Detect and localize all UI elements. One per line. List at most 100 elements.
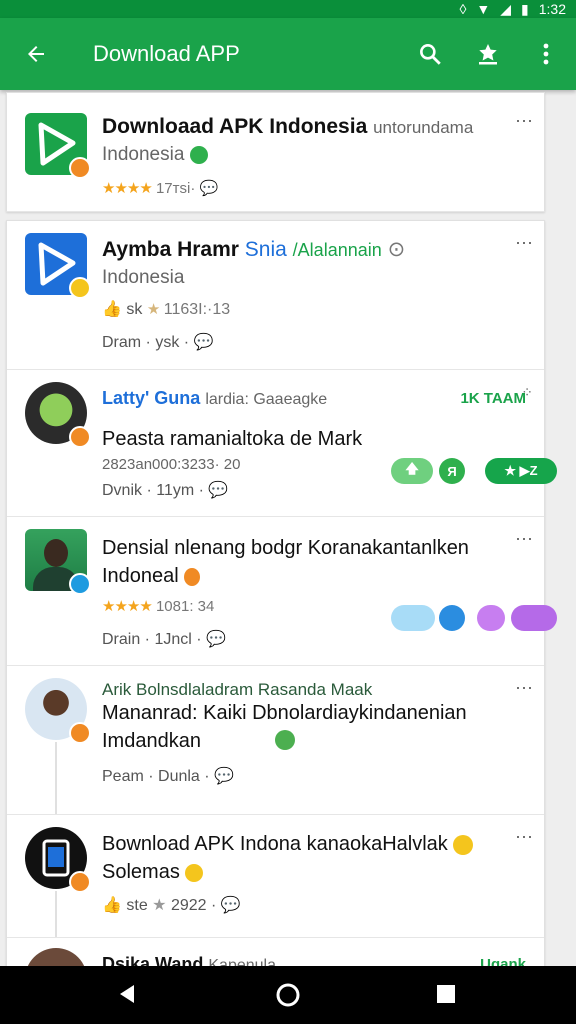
item-footer: Peam · Dunla ·: [102, 768, 210, 785]
app-avatar: [25, 233, 91, 299]
item-meta-value: 2922 ·: [170, 897, 217, 914]
more-options-button[interactable]: [528, 36, 564, 72]
item-body-line2: Indoneal: [102, 565, 179, 587]
back-arrow-icon: [28, 46, 44, 62]
item-body: Mananrad: Kaiki Dbnolardiaykindanenian: [102, 702, 467, 724]
user-avatar: [25, 382, 91, 448]
rating-star: ★: [152, 897, 167, 914]
action-chip[interactable]: ★ ▶Z: [485, 458, 557, 484]
emoji-icon: [453, 834, 474, 855]
phone-icon: [42, 839, 70, 877]
feed-list: Downloaad APK Indonesia untorundama Indo…: [6, 92, 557, 980]
user-name: Arik Bolnsdlaladram Rasanda Maak: [102, 680, 373, 699]
rating-stars: ★★★★: [102, 180, 153, 197]
list-item[interactable]: Latty' Guna lardia: Gaaeagke 1K TAAM Pea…: [7, 370, 557, 517]
action-chip[interactable]: Я: [439, 458, 465, 484]
signal-icon: ◢: [500, 0, 512, 17]
list-item[interactable]: Bownload APK Indona kanaokaHalvlak Solem…: [7, 815, 544, 938]
user-name-extra: lardia: Gaaeagke: [205, 391, 328, 408]
item-menu-button[interactable]: ⋯: [515, 529, 534, 550]
item-meta-value: 1163I:·13: [163, 301, 231, 318]
item-menu-button[interactable]: ⋯: [515, 111, 534, 132]
verified-badge-icon: [69, 722, 91, 744]
item-meta: 17тsi·: [155, 180, 196, 197]
item-footer: Drain · 1Jncl ·: [102, 631, 202, 648]
action-chip[interactable]: [391, 605, 435, 631]
star-tray-icon: [479, 44, 497, 65]
status-icons: ◊ ▼ ◢ ▮ 1:32: [459, 0, 566, 18]
item-title: Bownload APK Indona kanaokaHalvlak: [102, 833, 448, 855]
comment-icon: 💬: [193, 334, 214, 351]
item-body: Peasta ramanialtoka de Mark: [102, 428, 363, 450]
item-meta: 2823an000:3233· 20: [102, 456, 241, 473]
vibrate-icon: ◊: [459, 1, 467, 17]
action-chip[interactable]: [511, 605, 557, 631]
favorites-button[interactable]: [470, 36, 506, 72]
item-title-extra: untorundama: [373, 118, 474, 137]
battery-icon: ▮: [521, 0, 529, 17]
action-chip[interactable]: [477, 605, 505, 631]
circle-home-icon: [276, 983, 300, 1007]
verified-badge-icon: [69, 426, 91, 448]
emoji-icon: [184, 567, 201, 586]
rating-star: ★: [146, 301, 160, 318]
item-footer: Dram · ysk ·: [102, 334, 190, 351]
clock: 1:32: [538, 1, 566, 17]
comment-icon: 💬: [214, 768, 234, 785]
square-recents-icon: [437, 985, 455, 1003]
nav-back-button[interactable]: [116, 982, 140, 1011]
item-right-tag: 1K TAAM: [460, 390, 526, 407]
list-item[interactable]: Arik Bolnsdlaladram Rasanda Maak Mananra…: [7, 666, 544, 815]
comment-icon: 💬: [199, 180, 219, 197]
back-button[interactable]: [18, 36, 54, 72]
item-footer: Dvnik · 11ym ·: [102, 482, 204, 499]
thread-line: [55, 891, 57, 937]
app-avatar: [25, 827, 91, 893]
verified-badge-icon: [69, 157, 91, 179]
nav-recents-button[interactable]: [434, 982, 458, 1011]
item-meta: sk: [126, 301, 143, 318]
like-icon: 👍: [102, 301, 122, 318]
item-body: Densial nlenang bodgr Koranakantanlken: [102, 537, 469, 559]
comment-icon: 💬: [220, 897, 241, 914]
search-button[interactable]: [412, 36, 448, 72]
list-item[interactable]: Aymba Hramr Snia /Alalannain ⊙ Indonesia…: [7, 221, 544, 370]
item-title: Aymba Hramr: [102, 238, 239, 261]
item-title: Downloaad APK Indonesia: [102, 115, 368, 138]
item-menu-button[interactable]: ⋯: [515, 827, 534, 848]
verified-icon: ⊙: [387, 238, 406, 261]
system-nav-bar: [0, 966, 576, 1024]
triangle-back-icon: [120, 985, 134, 1003]
like-icon: 👍: [102, 897, 122, 914]
item-body-line2: Imdandkan: [102, 730, 201, 752]
rating-stars: ★★★★: [102, 598, 153, 615]
action-chip[interactable]: [439, 605, 465, 631]
thread-line: [55, 742, 57, 814]
list-item[interactable]: Downloaad APK Indonesia untorundama Indo…: [6, 92, 545, 212]
item-title-blue: Snia: [244, 238, 287, 261]
action-chip[interactable]: 🡅: [391, 458, 433, 484]
emoji-icon: [185, 863, 204, 882]
item-subtitle: Indonesia: [102, 267, 185, 288]
item-body-line2: Solemas: [102, 861, 180, 883]
nav-home-button[interactable]: [275, 982, 301, 1013]
app-toolbar: Download APP: [0, 18, 576, 90]
item-menu-button[interactable]: ⁘: [521, 384, 534, 401]
app-avatar: [25, 113, 91, 179]
user-name: Latty' Guna: [102, 388, 201, 408]
verified-badge-icon: [69, 573, 91, 595]
verified-icon: [189, 145, 208, 164]
item-meta: 1081: 34: [155, 598, 215, 615]
comment-icon: 💬: [208, 482, 229, 499]
item-menu-button[interactable]: ⋯: [515, 233, 534, 254]
search-icon: [420, 44, 441, 65]
item-meta: ste: [126, 897, 148, 914]
page-title: Download APP: [93, 41, 240, 66]
user-avatar: [25, 529, 91, 595]
verified-badge-icon: [69, 277, 91, 299]
status-bar: ◊ ▼ ◢ ▮ 1:32: [0, 0, 576, 18]
comment-icon: 💬: [206, 631, 226, 648]
list-item[interactable]: Densial nlenang bodgr Koranakantanlken I…: [7, 517, 557, 666]
overflow-icon: [543, 43, 549, 65]
item-menu-button[interactable]: ⋯: [515, 678, 534, 699]
